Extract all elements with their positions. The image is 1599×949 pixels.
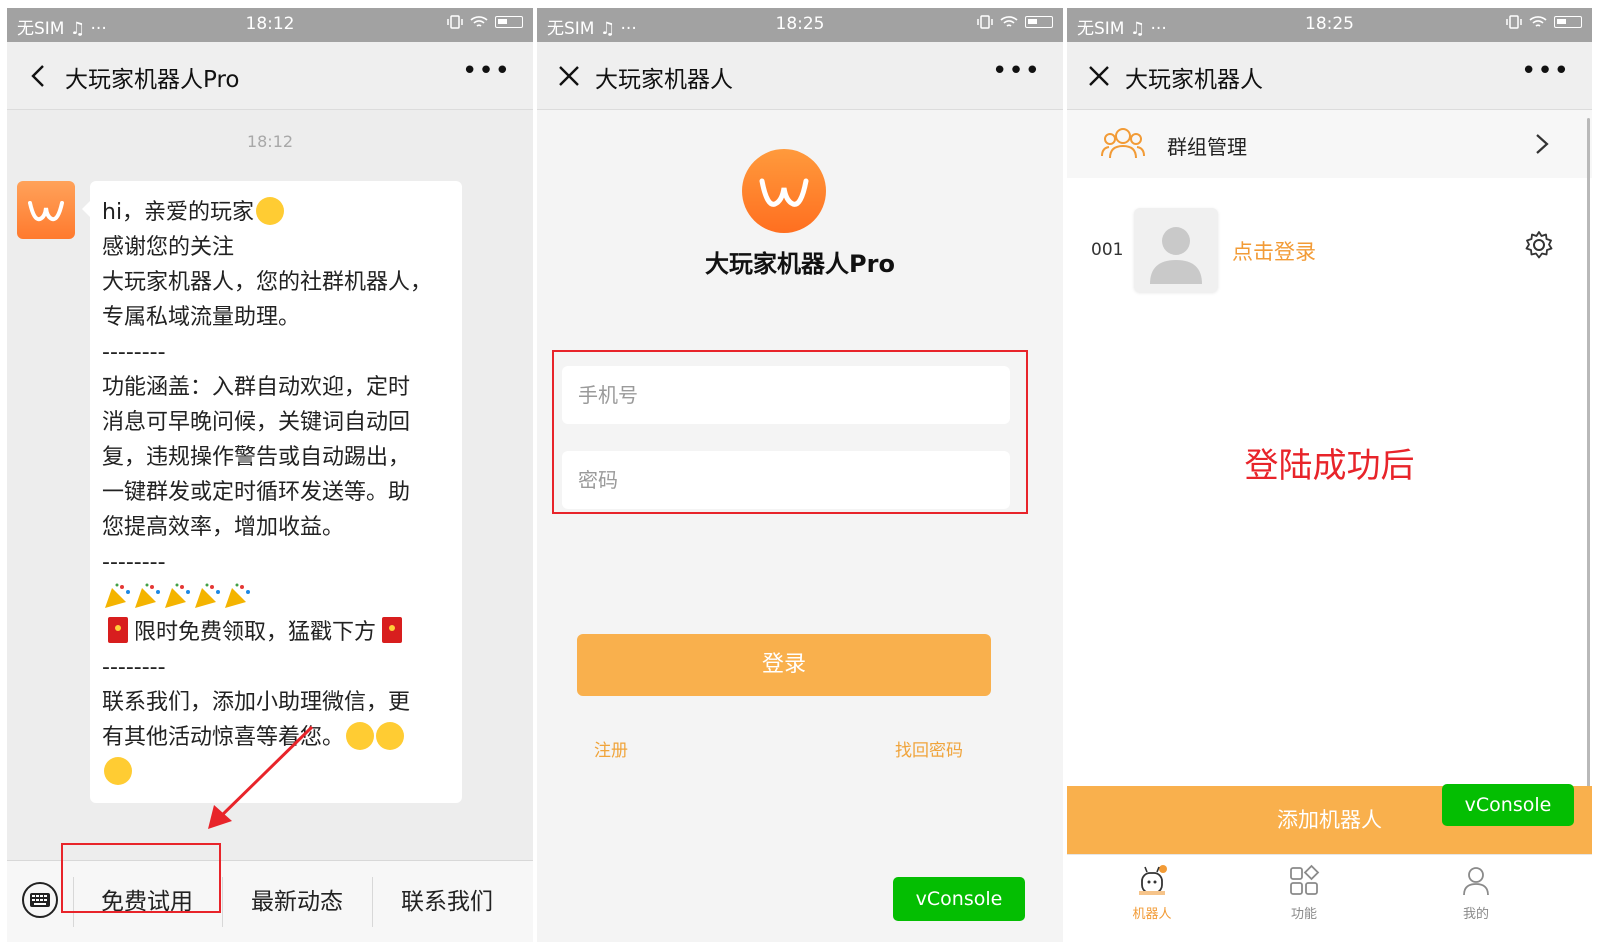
user-placeholder-icon xyxy=(1150,227,1202,284)
tab-bar: 机器人 功能 我的 xyxy=(1067,854,1592,942)
chat-screen: 无SIM ♫ ··· 18:12 大玩家机器人Pro ••• 18:12 hi，… xyxy=(7,8,533,942)
status-icons xyxy=(447,14,523,30)
page-title: 大玩家机器人Pro xyxy=(65,67,240,93)
page-title: 大玩家机器人 xyxy=(595,67,733,93)
page-title: 大玩家机器人 xyxy=(1125,67,1263,93)
divider-text: -------- xyxy=(102,340,166,365)
user-icon xyxy=(1463,867,1489,896)
party-popper-icon xyxy=(225,583,250,608)
tab-robot[interactable]: 机器人 xyxy=(1112,863,1192,922)
party-popper-icon xyxy=(195,583,220,608)
app-logo-icon xyxy=(759,178,809,207)
grid-icon xyxy=(1290,864,1320,895)
vibrate-icon xyxy=(977,15,993,29)
status-icons xyxy=(977,14,1053,30)
nav-bar: 大玩家机器人Pro ••• xyxy=(7,42,533,110)
bot-index: 001 xyxy=(1091,240,1124,260)
message-line: 功能涵盖：入群自动欢迎，定时 xyxy=(102,375,411,400)
app-logo-icon xyxy=(28,201,64,222)
message-line: 您提高效率，增加收益。 xyxy=(102,515,345,540)
message-line: hi，亲爱的玩家 xyxy=(102,200,255,225)
more-icon[interactable]: ••• xyxy=(992,56,1041,86)
app-name: 大玩家机器人Pro xyxy=(705,250,895,278)
tab-features-label: 功能 xyxy=(1290,907,1317,922)
close-icon[interactable] xyxy=(551,58,587,94)
nav-bar: 大玩家机器人 ••• xyxy=(537,42,1063,110)
tab-profile-label: 我的 xyxy=(1462,907,1489,922)
menu-latest-news[interactable]: 最新动态 xyxy=(223,861,371,942)
message-timestamp: 18:12 xyxy=(246,132,294,151)
more-icon[interactable]: ••• xyxy=(1521,56,1570,86)
status-bar: 无SIM ♫ ··· 18:25 xyxy=(537,8,1063,42)
wifi-icon xyxy=(1529,16,1547,27)
smirk-emoji-icon xyxy=(104,757,132,785)
keyboard-icon[interactable] xyxy=(21,881,59,919)
status-bar: 无SIM ♫ ··· 18:12 xyxy=(7,8,533,42)
party-popper-icon xyxy=(105,583,130,608)
wifi-icon xyxy=(470,16,488,27)
group-management-row[interactable]: 群组管理 xyxy=(1067,110,1592,178)
close-icon[interactable] xyxy=(1081,58,1117,94)
party-popper-icon xyxy=(135,583,160,608)
avatar[interactable] xyxy=(17,181,75,239)
annotation-text: 登陆成功后 xyxy=(1244,446,1415,486)
status-icons xyxy=(1506,14,1582,30)
bot-login-link[interactable]: 点击登录 xyxy=(1232,236,1316,266)
smirk-emoji-icon xyxy=(376,722,405,750)
gear-icon[interactable] xyxy=(1524,230,1554,260)
app-logo xyxy=(742,149,826,233)
login-screen: 无SIM ♫ ··· 18:25 大玩家机器人 ••• 大玩家机器人Pro 手机… xyxy=(537,8,1063,942)
message-line: 复，违规操作警告或自动踢出， xyxy=(102,445,411,470)
red-envelope-icon xyxy=(382,617,403,643)
vibrate-icon xyxy=(1506,15,1522,29)
message-line: 一键群发或定时循环发送等。助 xyxy=(102,480,411,505)
nav-bar: 大玩家机器人 ••• xyxy=(1067,42,1592,110)
back-icon[interactable] xyxy=(21,58,57,94)
robot-screen: 无SIM ♫ ··· 18:25 大玩家机器人 ••• 群组管理 001 点击登 xyxy=(1067,8,1592,942)
vibrate-icon xyxy=(447,15,463,29)
message-line: 大玩家机器人，您的社群机器人， xyxy=(102,270,433,295)
smirk-emoji-icon xyxy=(346,722,375,750)
bot-avatar[interactable] xyxy=(1134,208,1218,292)
recover-password-link[interactable]: 找回密码 xyxy=(895,736,963,761)
annotation-arrow xyxy=(208,725,314,829)
robot-icon xyxy=(1139,865,1167,895)
group-management-label: 群组管理 xyxy=(1167,135,1247,159)
tab-features[interactable]: 功能 xyxy=(1264,863,1344,922)
register-link[interactable]: 注册 xyxy=(594,736,628,761)
divider-text: -------- xyxy=(102,550,166,575)
vconsole-button[interactable]: vConsole xyxy=(893,877,1025,921)
battery-icon xyxy=(1025,16,1053,28)
divider-text: -------- xyxy=(102,655,166,680)
chevron-right-icon xyxy=(1536,134,1549,154)
battery-icon xyxy=(495,16,523,28)
highlight-box xyxy=(552,350,1028,514)
menu-contact-us[interactable]: 联系我们 xyxy=(373,861,521,942)
tab-robot-label: 机器人 xyxy=(1132,907,1172,922)
message-bubble: hi，亲爱的玩家 感谢您的关注 大玩家机器人，您的社群机器人， 专属私域流量助理… xyxy=(82,181,462,803)
status-bar: 无SIM ♫ ··· 18:25 xyxy=(1067,8,1592,42)
promo-line: 限时免费领取，猛戳下方 xyxy=(134,620,377,645)
scrollbar[interactable] xyxy=(1587,118,1590,788)
party-popper-icon xyxy=(165,583,190,608)
smile-emoji-icon xyxy=(256,197,285,225)
battery-icon xyxy=(1554,16,1582,28)
vconsole-button[interactable]: vConsole xyxy=(1442,784,1574,826)
message-line: 联系我们，添加小助理微信，更 xyxy=(102,690,411,715)
red-envelope-icon xyxy=(108,617,128,643)
login-button[interactable]: 登录 xyxy=(577,634,991,696)
group-icon xyxy=(1101,128,1145,159)
message-line: 消息可早晚问候，关键词自动回 xyxy=(102,410,411,435)
highlight-box xyxy=(61,843,221,913)
wifi-icon xyxy=(1000,16,1018,27)
message-line: 感谢您的关注 xyxy=(102,235,235,260)
message-line: 专属私域流量助理。 xyxy=(102,305,301,330)
tab-profile[interactable]: 我的 xyxy=(1436,863,1516,922)
more-icon[interactable]: ••• xyxy=(462,56,511,86)
party-emoji-row xyxy=(102,580,450,615)
